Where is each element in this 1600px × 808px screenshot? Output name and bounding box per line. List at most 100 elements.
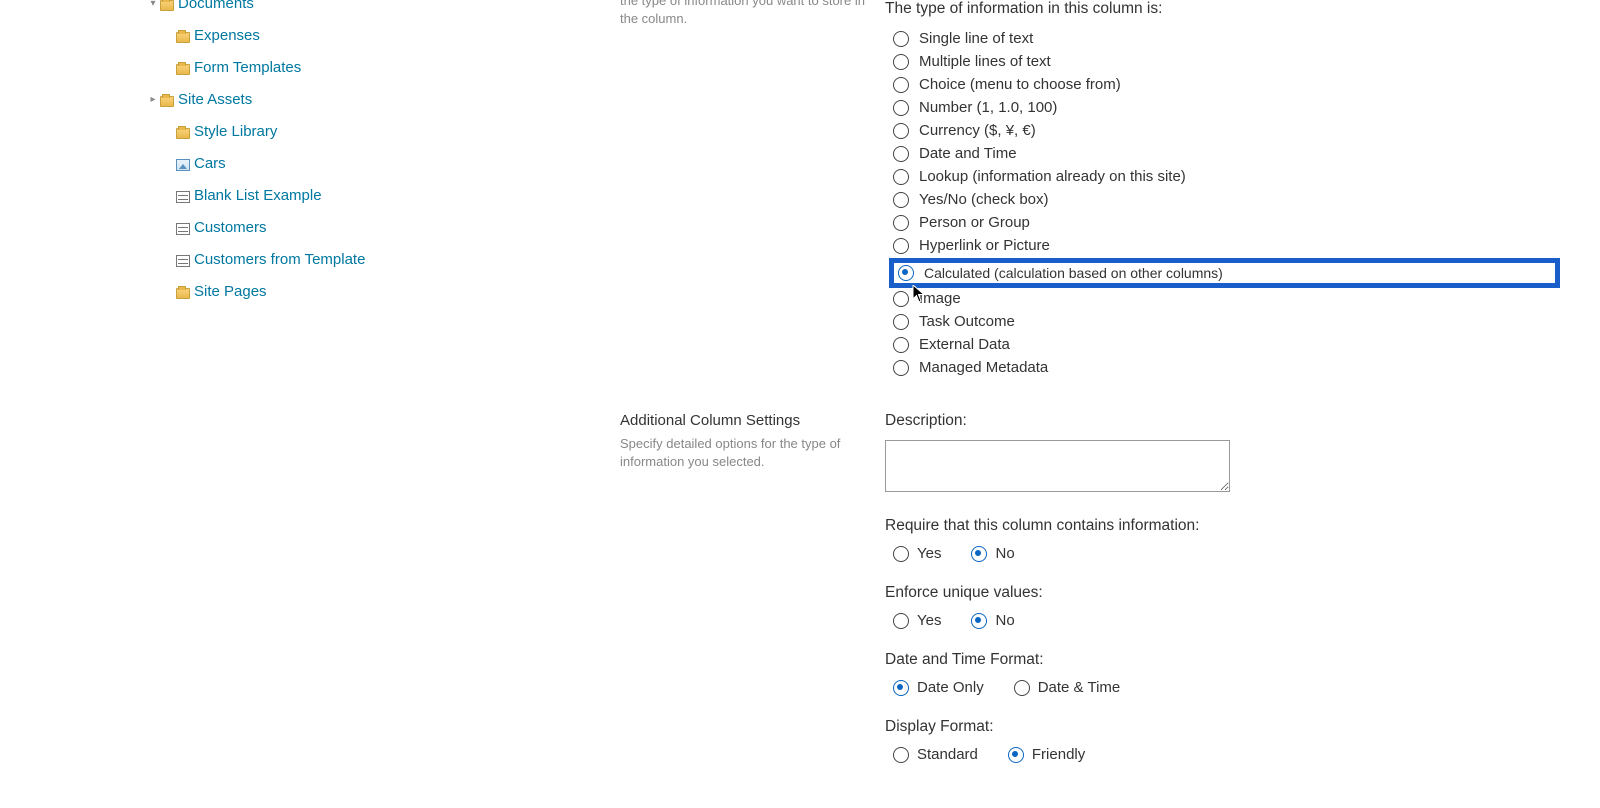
nav-item-style-library[interactable]: Style Library: [164, 116, 620, 148]
option-label: Friendly: [1032, 746, 1085, 763]
radio-icon[interactable]: [1014, 680, 1030, 696]
radio-icon[interactable]: [893, 54, 909, 70]
option-label: Date & Time: [1038, 679, 1121, 696]
datetime-format-label: Date and Time Format:: [885, 651, 1560, 669]
option-label: Multiple lines of text: [919, 53, 1051, 70]
folder-icon: [160, 0, 174, 11]
nav-item-customers-template[interactable]: Customers from Template: [164, 244, 620, 276]
column-type-option[interactable]: Hyperlink or Picture: [885, 235, 1560, 258]
highlighted-option-calculated[interactable]: Calculated (calculation based on other c…: [889, 258, 1560, 288]
folder-icon: [176, 64, 190, 75]
radio-icon[interactable]: [893, 360, 909, 376]
radio-icon[interactable]: [893, 169, 909, 185]
nav-item-site-pages[interactable]: Site Pages: [164, 276, 620, 308]
standard-option[interactable]: Standard: [893, 746, 978, 763]
column-type-option[interactable]: Person or Group: [885, 212, 1560, 235]
list-icon: [176, 191, 190, 203]
radio-icon[interactable]: [971, 613, 987, 629]
date-only-option[interactable]: Date Only: [893, 679, 984, 696]
nav-link[interactable]: Documents: [178, 0, 254, 16]
nav-link[interactable]: Form Templates: [194, 56, 301, 80]
column-type-option[interactable]: External Data: [885, 334, 1560, 357]
radio-icon[interactable]: [893, 146, 909, 162]
option-label: Person or Group: [919, 214, 1030, 231]
column-type-option[interactable]: Lookup (information already on this site…: [885, 166, 1560, 189]
option-label: No: [995, 545, 1014, 562]
nav-item-site-assets[interactable]: ▸ Site Assets: [148, 84, 620, 116]
list-icon: [176, 223, 190, 235]
radio-icon[interactable]: [893, 215, 909, 231]
option-label: External Data: [919, 336, 1010, 353]
chevron-down-icon[interactable]: ▾: [148, 0, 158, 12]
nav-link[interactable]: Site Pages: [194, 280, 267, 304]
column-type-option[interactable]: Managed Metadata: [885, 357, 1560, 380]
folder-icon: [160, 96, 174, 107]
column-type-option[interactable]: Currency ($, ¥, €): [885, 120, 1560, 143]
section-additional-settings: Additional Column Settings Specify detai…: [620, 412, 1560, 763]
radio-icon[interactable]: [893, 31, 909, 47]
description-label: Description:: [885, 412, 1560, 430]
nav-link[interactable]: Blank List Example: [194, 184, 322, 208]
column-type-option[interactable]: Date and Time: [885, 143, 1560, 166]
nav-item-documents[interactable]: ▾ Documents: [148, 0, 620, 20]
option-label: Hyperlink or Picture: [919, 237, 1050, 254]
column-type-option[interactable]: Single line of text: [885, 28, 1560, 51]
option-label: Managed Metadata: [919, 359, 1048, 376]
enforce-no-option[interactable]: No: [971, 612, 1014, 629]
description-textarea[interactable]: [885, 440, 1230, 492]
column-type-option[interactable]: Choice (menu to choose from): [885, 74, 1560, 97]
column-type-option[interactable]: Multiple lines of text: [885, 51, 1560, 74]
column-type-option[interactable]: Task Outcome: [885, 311, 1560, 334]
column-type-option[interactable]: Number (1, 1.0, 100): [885, 97, 1560, 120]
additional-settings-desc: Specify detailed options for the type of…: [620, 435, 865, 470]
nav-link[interactable]: Expenses: [194, 24, 260, 48]
nav-link[interactable]: Customers from Template: [194, 248, 365, 272]
radio-icon[interactable]: [893, 291, 909, 307]
require-yes-option[interactable]: Yes: [893, 545, 941, 562]
section-column-type: the type of information you want to stor…: [620, 0, 1560, 380]
require-no-option[interactable]: No: [971, 545, 1014, 562]
nav-item-expenses[interactable]: Expenses: [164, 20, 620, 52]
radio-icon[interactable]: [893, 77, 909, 93]
radio-icon[interactable]: [893, 337, 909, 353]
require-label: Require that this column contains inform…: [885, 517, 1560, 535]
radio-icon[interactable]: [893, 100, 909, 116]
radio-icon[interactable]: [893, 238, 909, 254]
radio-icon[interactable]: [898, 265, 914, 281]
date-time-option[interactable]: Date & Time: [1014, 679, 1121, 696]
radio-icon[interactable]: [893, 613, 909, 629]
column-type-option[interactable]: Image: [885, 288, 1560, 311]
radio-icon[interactable]: [893, 314, 909, 330]
folder-icon: [176, 288, 190, 299]
radio-icon[interactable]: [893, 192, 909, 208]
nav-item-form-templates[interactable]: Form Templates: [164, 52, 620, 84]
radio-icon[interactable]: [893, 747, 909, 763]
nav-item-blank-list[interactable]: Blank List Example: [164, 180, 620, 212]
option-label: Standard: [917, 746, 978, 763]
nav-link[interactable]: Style Library: [194, 120, 277, 144]
option-label: Yes/No (check box): [919, 191, 1049, 208]
option-label: Number (1, 1.0, 100): [919, 99, 1057, 116]
enforce-yes-option[interactable]: Yes: [893, 612, 941, 629]
image-icon: [176, 159, 190, 171]
column-type-option[interactable]: Yes/No (check box): [885, 189, 1560, 212]
nav-link[interactable]: Customers: [194, 216, 267, 240]
nav-link[interactable]: Cars: [194, 152, 226, 176]
option-label: Task Outcome: [919, 313, 1015, 330]
radio-icon[interactable]: [893, 546, 909, 562]
nav-link[interactable]: Site Assets: [178, 88, 252, 112]
option-label: Single line of text: [919, 30, 1033, 47]
radio-icon[interactable]: [971, 546, 987, 562]
radio-icon[interactable]: [893, 680, 909, 696]
option-label: Choice (menu to choose from): [919, 76, 1121, 93]
option-label: Calculated (calculation based on other c…: [924, 265, 1223, 281]
nav-item-customers[interactable]: Customers: [164, 212, 620, 244]
chevron-right-icon[interactable]: ▸: [148, 92, 158, 108]
option-label: No: [995, 612, 1014, 629]
radio-icon[interactable]: [1008, 747, 1024, 763]
option-label: Yes: [917, 545, 941, 562]
friendly-option[interactable]: Friendly: [1008, 746, 1085, 763]
main-content: the type of information you want to stor…: [620, 0, 1600, 795]
nav-item-cars[interactable]: Cars: [164, 148, 620, 180]
radio-icon[interactable]: [893, 123, 909, 139]
